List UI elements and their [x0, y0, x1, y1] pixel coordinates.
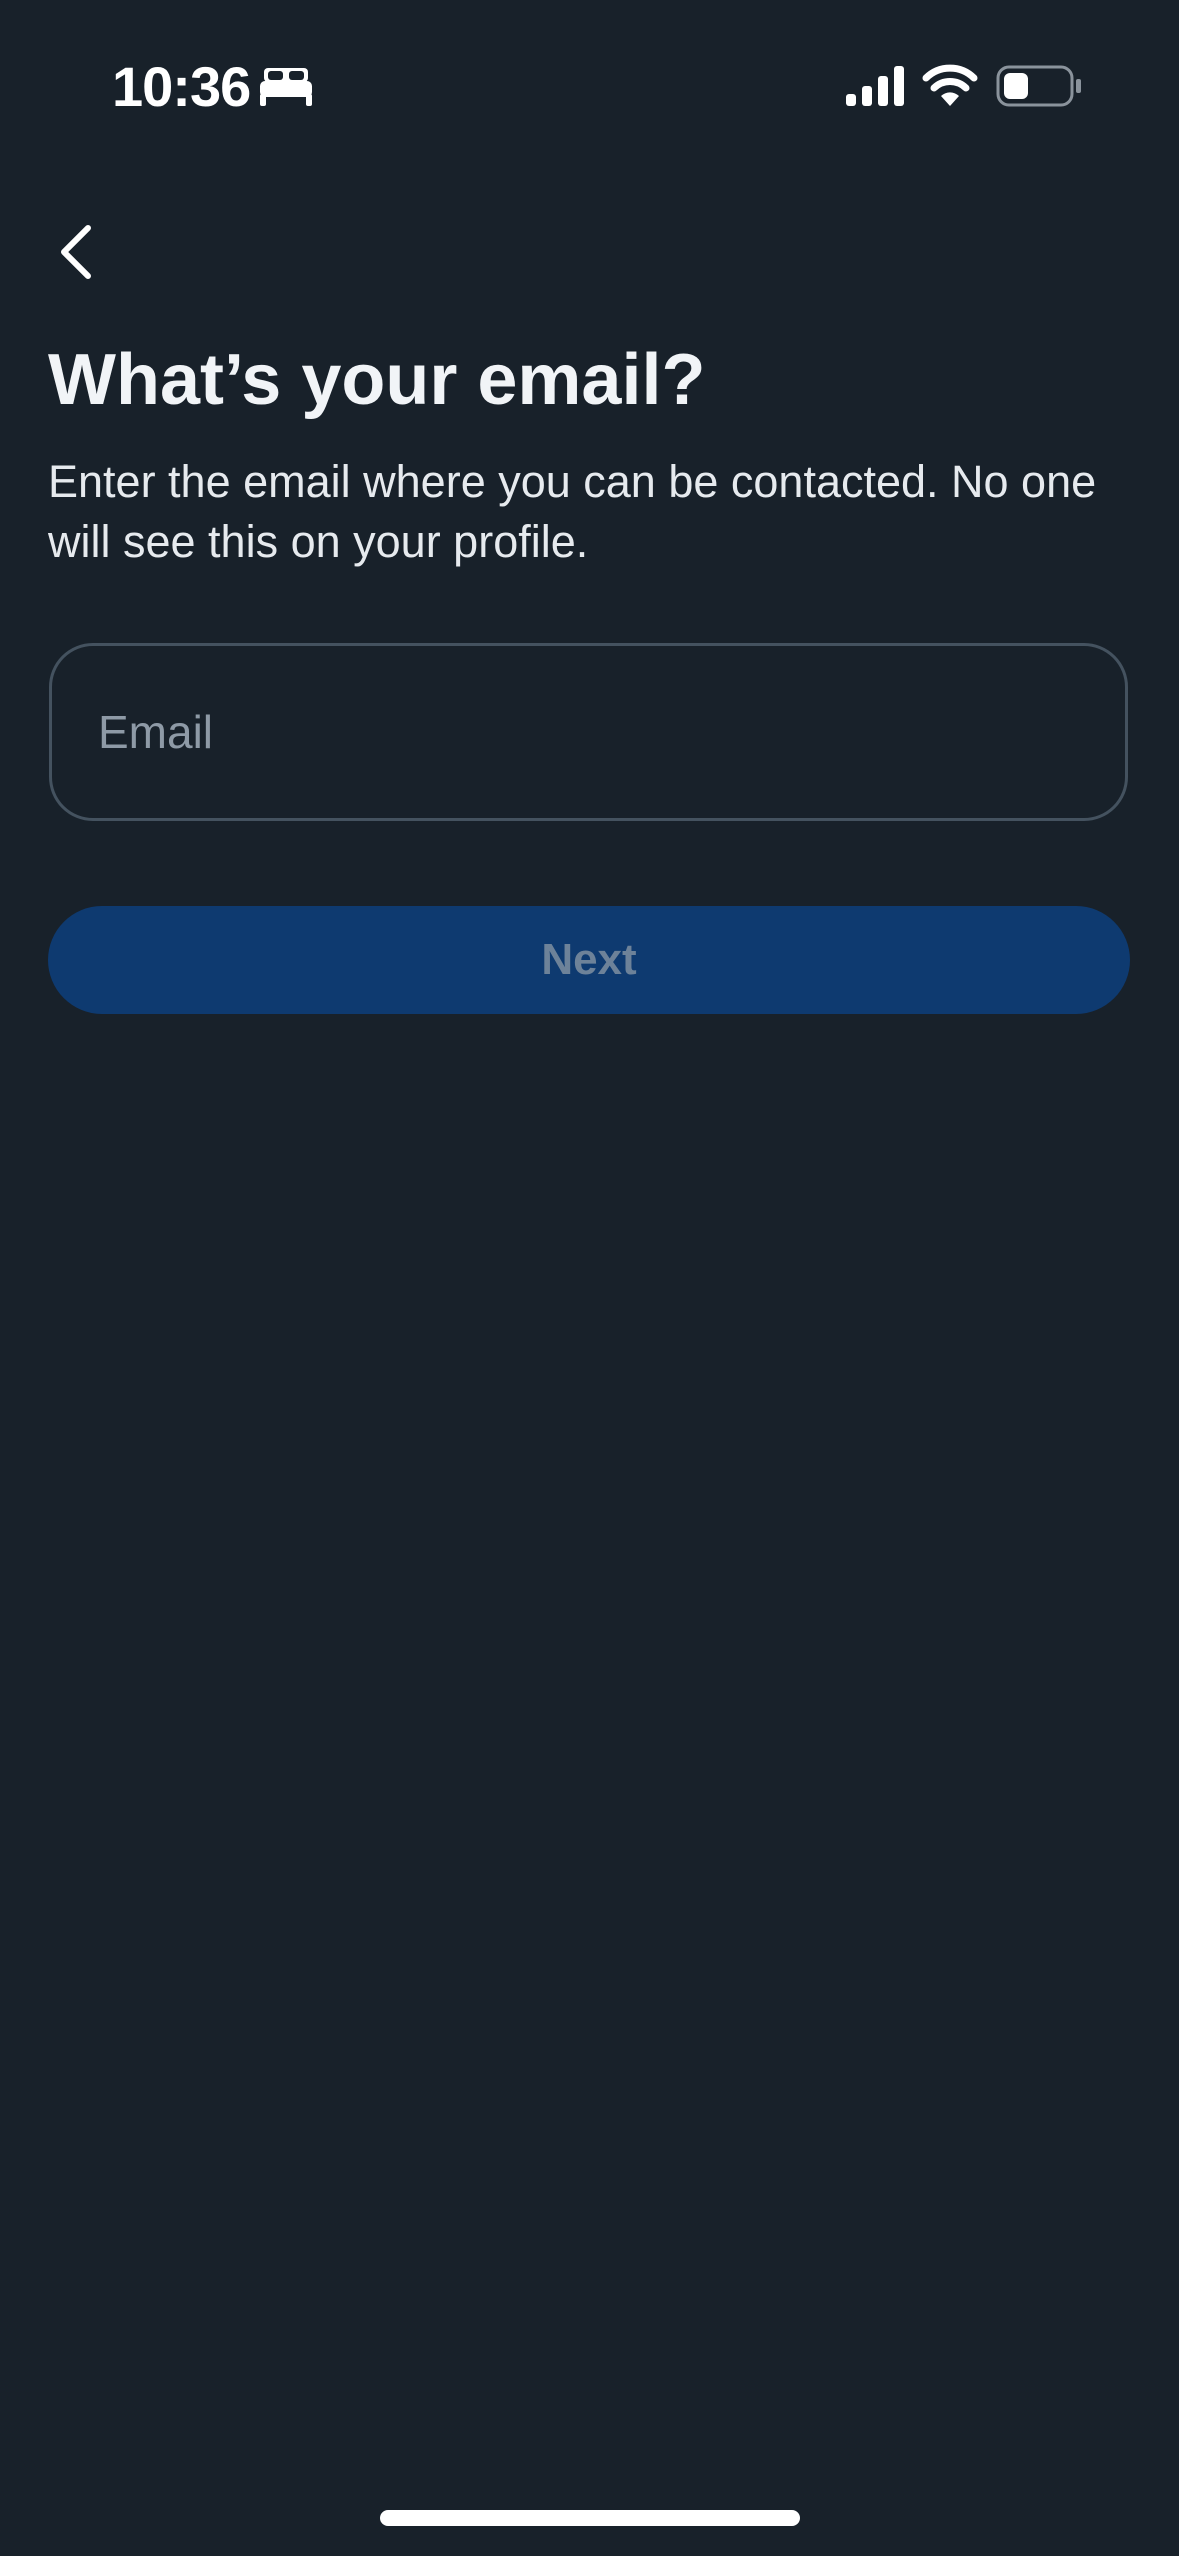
page-title: What’s your email? [48, 340, 706, 420]
cellular-signal-icon [844, 64, 906, 108]
sleep-bed-icon [258, 66, 314, 108]
wifi-icon [922, 62, 978, 108]
next-button[interactable]: Next [48, 906, 1130, 1014]
status-bar: 10:36 [0, 0, 1179, 175]
back-button[interactable] [40, 218, 112, 290]
home-indicator[interactable] [380, 2510, 800, 2526]
chevron-left-icon [52, 222, 100, 287]
status-time: 10:36 [112, 55, 251, 118]
email-input[interactable] [49, 643, 1128, 821]
page-subtitle: Enter the email where you can be contact… [48, 456, 1097, 567]
battery-icon [996, 64, 1082, 108]
